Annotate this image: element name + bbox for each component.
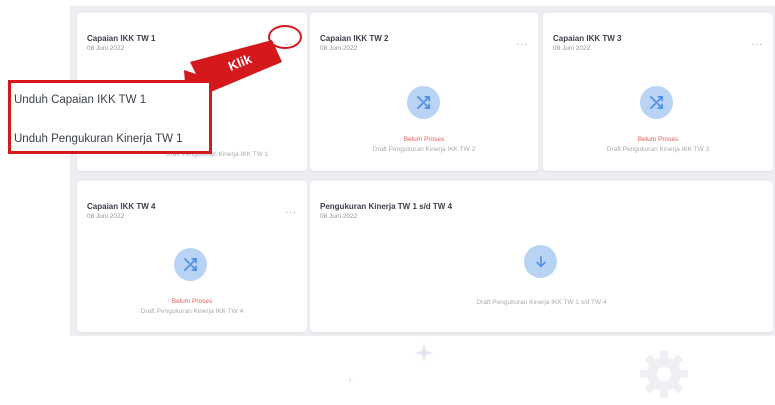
shuffle-icon[interactable]	[407, 86, 440, 119]
sparkle-icon	[414, 343, 434, 363]
gear-icon	[640, 350, 688, 398]
shuffle-icon[interactable]	[174, 248, 207, 281]
card-subtitle: Draft Pengukuran Kinerja IKK TW 3	[606, 146, 710, 153]
card-subtitle: Draft Pengukuran Kinerja IKK TW 1 s/d TW…	[476, 299, 607, 306]
card-title: Pengukuran Kinerja TW 1 s/d TW 4	[320, 202, 453, 211]
more-options-button[interactable]: ...	[286, 206, 297, 216]
card-title: Capaian IKK TW 2	[320, 34, 389, 43]
status-label: Belum Proses	[403, 136, 445, 143]
card-title: Capaian IKK TW 1	[87, 34, 156, 43]
card-date: 08 Juni 2022	[320, 213, 358, 220]
card-date: 08 Juni 2022	[87, 213, 125, 220]
card-title: Capaian IKK TW 3	[553, 34, 622, 43]
card-capaian-tw3: Capaian IKK TW 3 08 Juni 2022 ... Belum …	[543, 13, 773, 171]
card-capaian-tw2: Capaian IKK TW 2 08 Juni 2022 ... Belum …	[310, 13, 538, 171]
card-date: 08 Juni 2022	[553, 45, 591, 52]
more-options-button[interactable]: ...	[517, 38, 528, 48]
status-label: Belum Proses	[171, 298, 213, 305]
sparkle-icon	[346, 376, 354, 384]
card-pengukuran-kinerja: Pengukuran Kinerja TW 1 s/d TW 4 08 Juni…	[310, 181, 773, 332]
more-options-button[interactable]: ...	[752, 38, 763, 48]
status-label: Belum Proses	[637, 136, 679, 143]
card-date: 08 Juni 2022	[320, 45, 358, 52]
card-title: Capaian IKK TW 4	[87, 202, 156, 211]
card-subtitle: Draft Pengukuran Kinerja IKK TW 2	[372, 146, 476, 153]
card-subtitle: Draft Pengukuran Kinerja IKK TW 4	[140, 308, 244, 315]
menu-item-unduh-pengukuran[interactable]: Unduh Pengukuran Kinerja TW 1	[14, 133, 183, 145]
shuffle-icon[interactable]	[640, 86, 673, 119]
card-date: 08 Juni 2022	[87, 45, 125, 52]
card-capaian-tw4: Capaian IKK TW 4 08 Juni 2022 ... Belum …	[77, 181, 307, 332]
menu-item-unduh-capaian[interactable]: Unduh Capaian IKK TW 1	[14, 94, 146, 106]
download-icon[interactable]	[524, 245, 557, 278]
dropdown-menu: Unduh Capaian IKK TW 1 Unduh Pengukuran …	[8, 80, 212, 154]
